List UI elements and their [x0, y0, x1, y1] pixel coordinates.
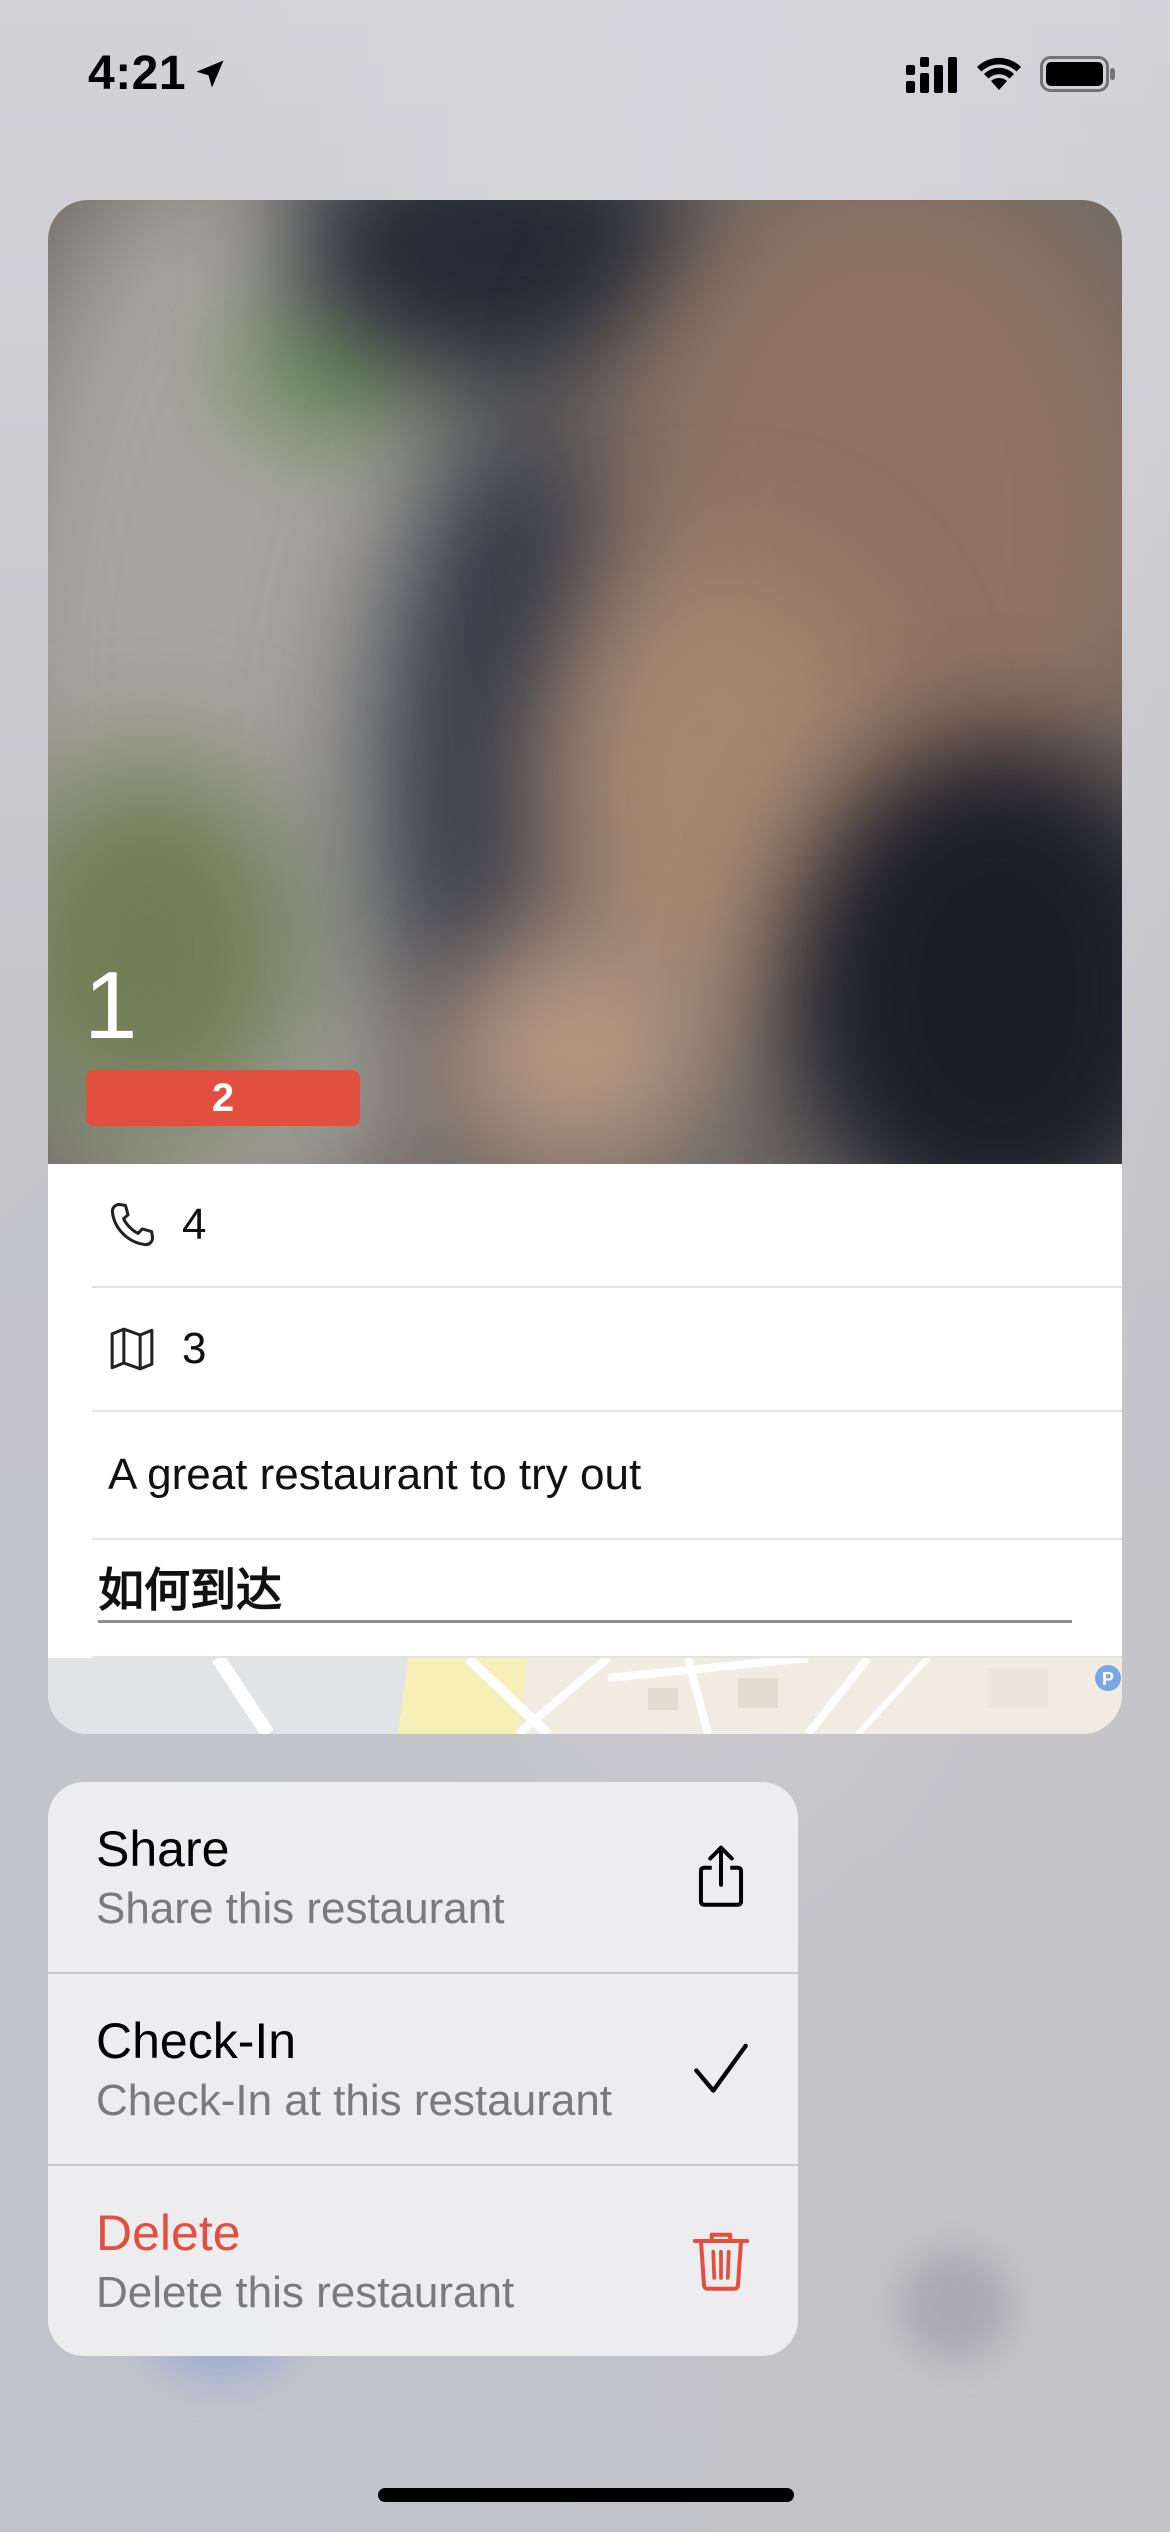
cellular-signal-icon — [906, 57, 957, 93]
location-map[interactable]: P — [48, 1658, 1122, 1734]
context-menu: Share Share this restaurant Check-In Che… — [48, 1782, 798, 2356]
status-time: 4:21 — [88, 47, 187, 100]
restaurant-name: 1 — [84, 952, 138, 1059]
menu-item-subtitle: Share this restaurant — [96, 1884, 505, 1933]
map-tiles: P — [48, 1658, 1121, 1734]
menu-item-title: Share — [96, 1821, 230, 1877]
checkmark-icon — [694, 2043, 748, 2093]
status-bar: 4:21 — [0, 0, 1170, 150]
share-icon — [698, 1845, 744, 1907]
address-row[interactable]: 3 — [92, 1288, 1122, 1412]
directions-heading: 如何到达 — [98, 1563, 282, 1617]
menu-item-share[interactable]: Share Share this restaurant — [48, 1782, 798, 1972]
restaurant-type-badge: 2 — [86, 1070, 360, 1126]
battery-icon — [1040, 56, 1115, 92]
menu-item-check-in[interactable]: Check-In Check-In at this restaurant — [48, 1974, 798, 2164]
restaurant-hero-image: 1 2 — [48, 200, 1122, 1164]
location-arrow-icon — [196, 60, 224, 88]
menu-item-title: Delete — [96, 2205, 241, 2261]
phone-icon — [110, 1202, 155, 1247]
map-icon — [110, 1327, 154, 1371]
phone-row[interactable]: 4 — [92, 1164, 1122, 1288]
background-blur-blob — [900, 2250, 1010, 2360]
trash-icon — [692, 2232, 750, 2291]
address-text: 3 — [182, 1324, 207, 1373]
menu-item-delete[interactable]: Delete Delete this restaurant — [48, 2166, 798, 2356]
menu-item-title: Check-In — [96, 2013, 297, 2069]
directions-underline — [98, 1620, 1072, 1623]
phone-number: 4 — [182, 1200, 207, 1249]
wifi-icon — [977, 57, 1021, 90]
description-row: A great restaurant to try out — [92, 1412, 1122, 1540]
svg-text:P: P — [1102, 1669, 1114, 1689]
restaurant-description: A great restaurant to try out — [108, 1450, 642, 1499]
menu-item-subtitle: Check-In at this restaurant — [96, 2076, 613, 2125]
restaurant-preview-card[interactable]: 1 2 4 3 A great restaurant to try out 如何… — [48, 200, 1122, 1734]
menu-item-subtitle: Delete this restaurant — [96, 2268, 515, 2317]
home-indicator[interactable] — [378, 2488, 794, 2502]
